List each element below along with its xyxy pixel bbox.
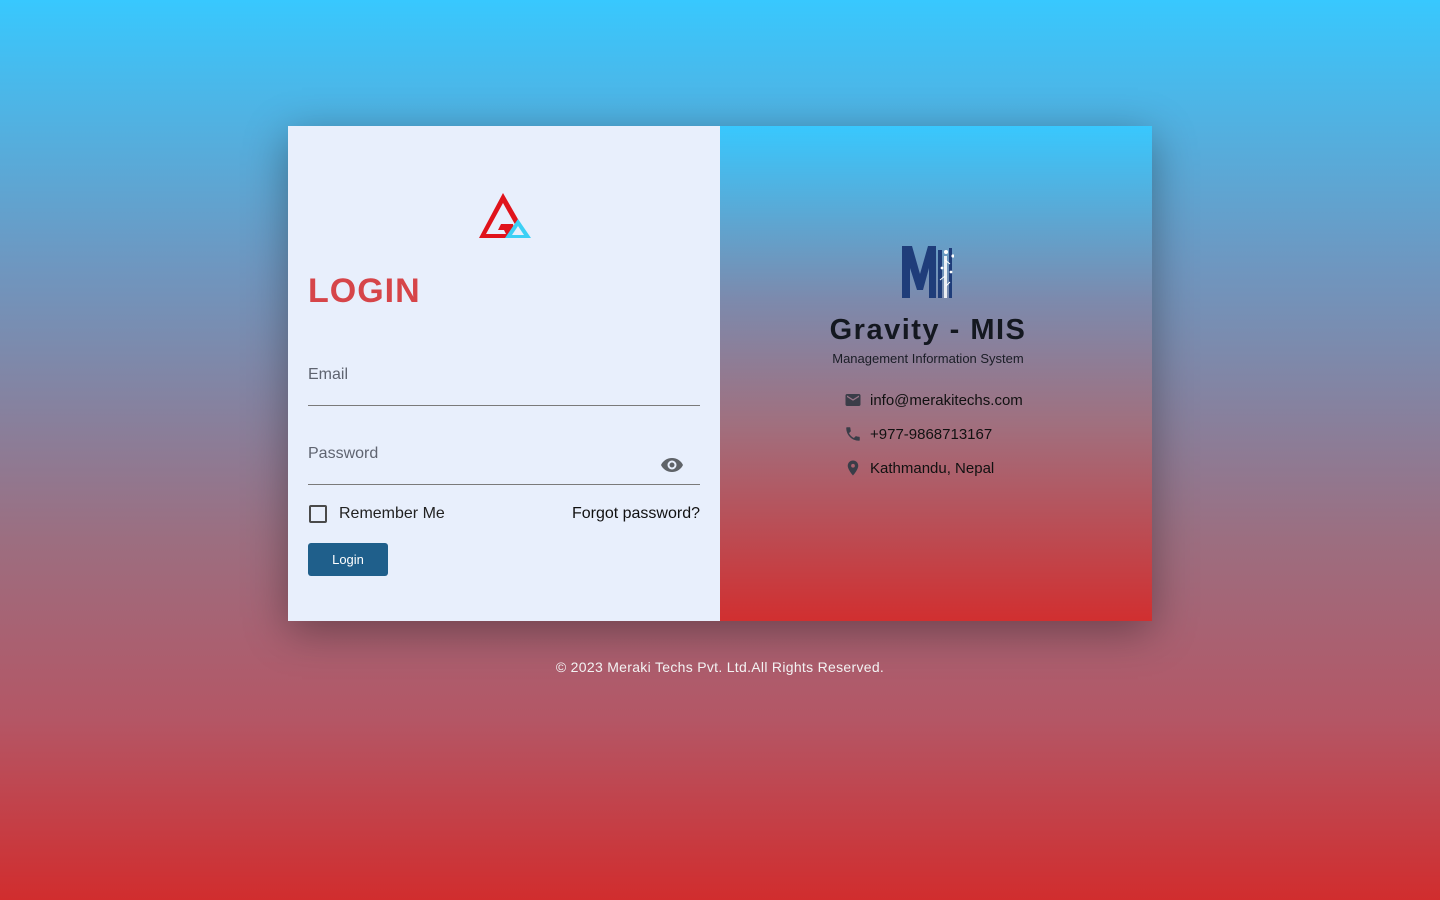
phone-icon [846, 427, 860, 441]
contact-email: info@merakitechs.com [844, 390, 1023, 410]
contact-phone-text: +977-9868713167 [870, 425, 993, 443]
password-field[interactable]: Password [308, 439, 700, 485]
meraki-techs-logo-icon [902, 246, 954, 298]
remember-label[interactable]: Remember Me [339, 505, 445, 523]
login-panel: LOGIN Email Password Remember Me Forgot … [288, 126, 720, 621]
email-field[interactable]: Email [308, 360, 700, 406]
mail-icon [845, 394, 861, 406]
eye-icon[interactable] [660, 453, 684, 477]
login-button[interactable]: Login [308, 543, 388, 576]
contact-phone: +977-9868713167 [844, 424, 992, 444]
contact-email-text: info@merakitechs.com [870, 391, 1023, 409]
remember-checkbox[interactable] [309, 505, 327, 523]
brand-panel: Gravity - MIS Management Information Sys… [720, 126, 1152, 621]
login-title: LOGIN [308, 272, 421, 310]
footer-copyright: © 2023 Meraki Techs Pvt. Ltd.All Rights … [555, 659, 885, 675]
location-pin-icon [847, 460, 859, 476]
brand-title: Gravity - MIS [829, 314, 1027, 346]
brand-subtitle: Management Information System [832, 351, 1024, 366]
login-card: LOGIN Email Password Remember Me Forgot … [288, 126, 1152, 621]
contact-location: Kathmandu, Nepal [844, 458, 994, 478]
remember-row: Remember Me Forgot password? [308, 502, 700, 526]
email-input[interactable] [308, 360, 700, 405]
gravity-logo-icon [479, 193, 531, 238]
contact-location-text: Kathmandu, Nepal [870, 459, 995, 477]
forgot-password-link[interactable]: Forgot password? [572, 505, 700, 523]
password-input[interactable] [308, 439, 700, 484]
